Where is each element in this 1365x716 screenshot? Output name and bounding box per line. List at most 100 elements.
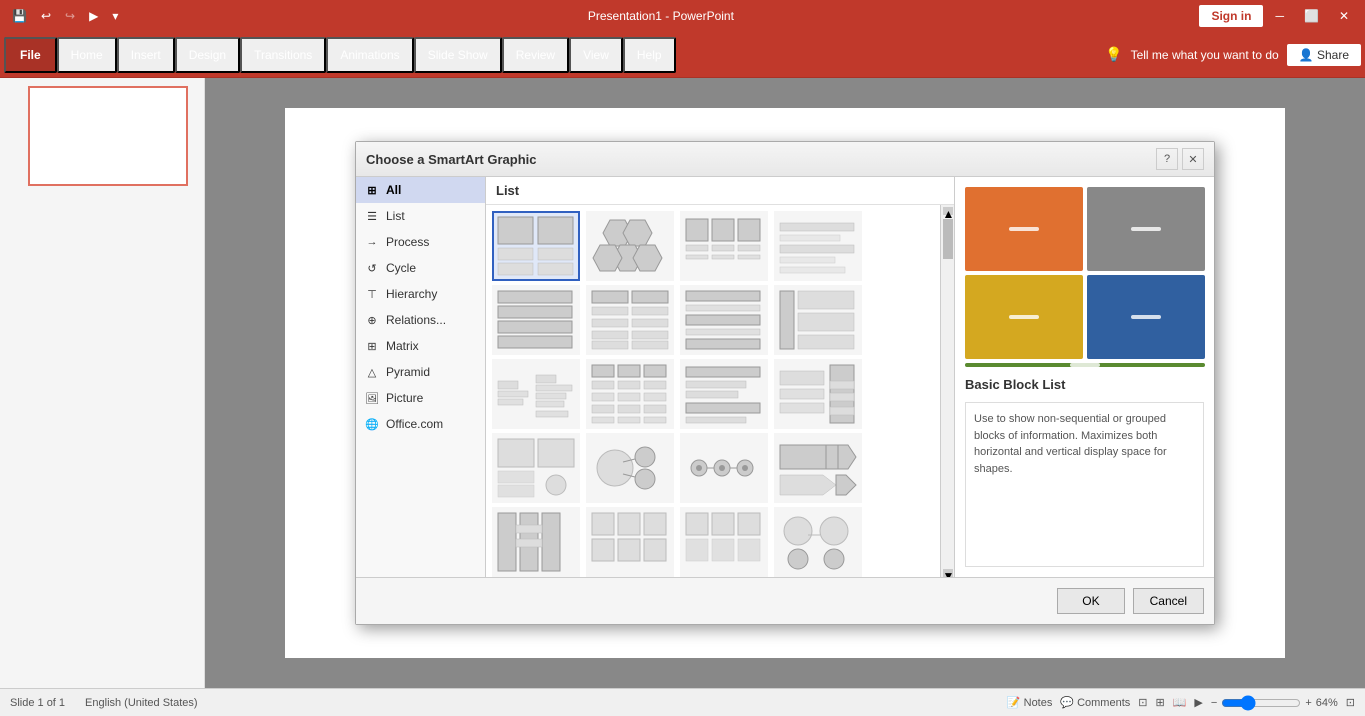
comments-button[interactable]: 💬 Comments: [1060, 696, 1130, 709]
smartart-item-grouped-list[interactable]: [586, 285, 674, 355]
preview-block-gray: [1087, 187, 1205, 271]
preview-bar-2: [1131, 227, 1161, 231]
notes-button[interactable]: 📝 Notes: [1007, 696, 1052, 709]
smartart-item-vertical-chevron[interactable]: [774, 359, 862, 429]
title-bar: 💾 ↩ ↪ ▶ ▾ Presentation1 - PowerPoint Sig…: [0, 0, 1365, 32]
dialog-close-button[interactable]: ✕: [1182, 148, 1204, 170]
preview-graphic: [965, 187, 1205, 367]
smartart-item-table-list[interactable]: [586, 359, 674, 429]
zoom-in-icon[interactable]: +: [1305, 697, 1311, 709]
signin-button[interactable]: Sign in: [1199, 5, 1263, 27]
preview-bar-5: [1070, 363, 1100, 367]
tab-home[interactable]: Home: [57, 37, 117, 73]
title-bar-left: 💾 ↩ ↪ ▶ ▾: [8, 7, 122, 25]
category-item-matrix[interactable]: ⊞ Matrix: [356, 333, 485, 359]
undo-button[interactable]: ↩: [37, 7, 55, 25]
tab-file[interactable]: File: [4, 37, 57, 73]
smartart-grid: [486, 205, 940, 577]
category-item-all[interactable]: ⊞ All: [356, 177, 485, 203]
dialog-overlay: Choose a SmartArt Graphic ? ✕ ⊞ All: [205, 78, 1365, 688]
category-item-list[interactable]: ☰ List: [356, 203, 485, 229]
category-item-officecom[interactable]: 🌐 Office.com: [356, 411, 485, 437]
smartart-item-vertical-list[interactable]: [680, 285, 768, 355]
slideshow-button[interactable]: ▶: [1194, 696, 1202, 709]
scroll-thumb[interactable]: [943, 219, 953, 259]
slide-thumbnail[interactable]: [28, 86, 188, 186]
minimize-button[interactable]: ─: [1267, 5, 1292, 27]
zoom-slider[interactable]: [1221, 695, 1301, 711]
smartart-item-vertical-box-list[interactable]: [774, 285, 862, 355]
smartart-dialog: Choose a SmartArt Graphic ? ✕ ⊞ All: [355, 141, 1215, 625]
present-button[interactable]: ▶: [85, 7, 102, 25]
smartart-item-basic-block[interactable]: [492, 211, 580, 281]
matrix-icon: ⊞: [364, 338, 380, 354]
comments-icon: 💬: [1060, 696, 1074, 709]
smartart-item-stacked-list[interactable]: [492, 285, 580, 355]
redo-button[interactable]: ↪: [61, 7, 79, 25]
scrollbar[interactable]: ▲ ▼: [940, 205, 954, 577]
preview-block-orange: [965, 187, 1083, 271]
canvas-area: Choose a SmartArt Graphic ? ✕ ⊞ All: [205, 78, 1365, 688]
reading-view-button[interactable]: 📖: [1173, 696, 1187, 709]
scroll-down[interactable]: ▼: [943, 569, 953, 577]
smartart-item-pentagon-process[interactable]: [680, 433, 768, 503]
app-title: Presentation1 - PowerPoint: [122, 9, 1199, 23]
save-button[interactable]: 💾: [8, 7, 31, 25]
dialog-help-button[interactable]: ?: [1156, 148, 1178, 170]
normal-view-button[interactable]: ⊡: [1138, 696, 1147, 709]
smartart-item-horiz-picture[interactable]: [680, 211, 768, 281]
close-button[interactable]: ✕: [1331, 5, 1357, 27]
smartart-item-circular-picture[interactable]: [586, 433, 674, 503]
dialog-body: ⊞ All ☰ List → Process ↺: [356, 177, 1214, 577]
zoom-out-icon[interactable]: −: [1211, 697, 1217, 709]
preview-block-yellow: [965, 275, 1083, 359]
category-item-process[interactable]: → Process: [356, 229, 485, 255]
status-bar: Slide 1 of 1 English (United States) 📝 N…: [0, 688, 1365, 716]
tab-view[interactable]: View: [569, 37, 623, 73]
tab-help[interactable]: Help: [623, 37, 676, 73]
qat-more-button[interactable]: ▾: [108, 7, 122, 25]
slide-sorter-button[interactable]: ⊞: [1155, 696, 1164, 709]
tab-review[interactable]: Review: [502, 37, 569, 73]
dialog-titlebar: Choose a SmartArt Graphic ? ✕: [356, 142, 1214, 177]
preview-bar-3: [1009, 315, 1039, 319]
cancel-button[interactable]: Cancel: [1133, 588, 1204, 614]
category-item-relations[interactable]: ⊕ Relations...: [356, 307, 485, 333]
ribbon-help-area: 💡 Tell me what you want to do 👤 Share: [1105, 44, 1361, 66]
tab-transitions[interactable]: Transitions: [240, 37, 326, 73]
slide-panel: 1: [0, 78, 205, 688]
category-item-picture[interactable]: 🖼 Picture: [356, 385, 485, 411]
smartart-item-trapezoid-list[interactable]: [680, 359, 768, 429]
scroll-up[interactable]: ▲: [943, 207, 953, 215]
smartart-item-tab-list[interactable]: [492, 433, 580, 503]
smartart-item-hexagon[interactable]: [586, 211, 674, 281]
tab-animations[interactable]: Animations: [326, 37, 413, 73]
restore-button[interactable]: ⬜: [1296, 5, 1327, 27]
smartart-item-horiz-bullet[interactable]: [774, 211, 862, 281]
search-label[interactable]: Tell me what you want to do: [1131, 48, 1279, 62]
smartart-item-circles-list[interactable]: [680, 507, 768, 577]
language-info: English (United States): [85, 697, 198, 709]
category-item-hierarchy[interactable]: ⊤ Hierarchy: [356, 281, 485, 307]
fit-window-button[interactable]: ⊡: [1346, 696, 1355, 709]
share-icon: 👤: [1299, 48, 1314, 62]
category-list: ⊞ All ☰ List → Process ↺: [356, 177, 486, 577]
main-area: 1 Choose a SmartArt Graphic ? ✕: [0, 78, 1365, 688]
category-item-pyramid[interactable]: △ Pyramid: [356, 359, 485, 385]
preview-bar-1: [1009, 227, 1039, 231]
smartart-item-picture-org[interactable]: [774, 507, 862, 577]
tab-insert[interactable]: Insert: [117, 37, 175, 73]
smartart-item-grid-list[interactable]: [586, 507, 674, 577]
smartart-item-tab-list2[interactable]: [492, 507, 580, 577]
category-item-cycle[interactable]: ↺ Cycle: [356, 255, 485, 281]
ok-button[interactable]: OK: [1057, 588, 1124, 614]
tab-design[interactable]: Design: [175, 37, 240, 73]
share-button[interactable]: 👤 Share: [1287, 44, 1361, 66]
smartart-item-arrow-list[interactable]: [774, 433, 862, 503]
smartart-item-increasing-circle[interactable]: [492, 359, 580, 429]
slide-info: Slide 1 of 1: [10, 697, 65, 709]
dialog-footer: OK Cancel: [356, 577, 1214, 624]
dialog-title: Choose a SmartArt Graphic: [366, 152, 537, 167]
smartart-header: List: [486, 177, 954, 205]
tab-slideshow[interactable]: Slide Show: [414, 37, 502, 73]
